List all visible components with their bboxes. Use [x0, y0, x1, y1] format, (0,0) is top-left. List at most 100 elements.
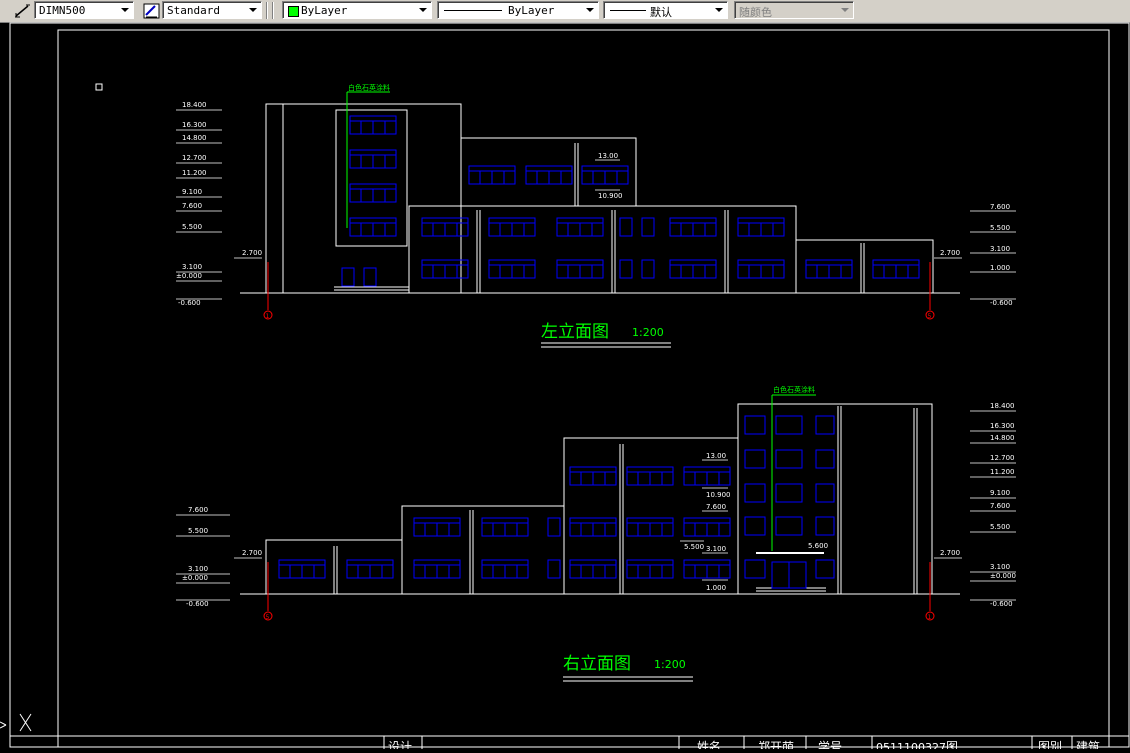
svg-text:7.600: 7.600: [182, 202, 202, 210]
svg-text:3.100: 3.100: [188, 565, 208, 573]
design-label: 设计: [388, 740, 412, 749]
svg-text:5.500: 5.500: [188, 527, 208, 535]
plot-style-select: 随颜色: [734, 1, 854, 19]
note-leader-top: [346, 91, 390, 228]
elevation-title-top: 左立面图: [541, 322, 609, 342]
chevron-down-icon[interactable]: [712, 3, 726, 17]
note-leader-bottom: [771, 394, 816, 551]
svg-text:3.100: 3.100: [182, 263, 202, 271]
dim-style-value: DIMN500: [39, 4, 86, 17]
text-style-select[interactable]: Standard: [162, 1, 262, 19]
svg-text:2.700: 2.700: [940, 549, 960, 557]
dimension-style-icon[interactable]: [14, 2, 32, 19]
svg-text:13.00: 13.00: [706, 452, 726, 460]
svg-text:7.600: 7.600: [990, 203, 1010, 211]
color-swatch: [288, 6, 299, 17]
svg-text:7.600: 7.600: [990, 502, 1010, 510]
dim-style-select[interactable]: DIMN500: [34, 1, 134, 19]
svg-text:12.700: 12.700: [990, 454, 1015, 462]
svg-text:±0.000: ±0.000: [990, 572, 1016, 580]
svg-text:9.100: 9.100: [182, 188, 202, 196]
name-label: 姓名: [697, 739, 721, 749]
svg-text:11.200: 11.200: [182, 169, 207, 177]
svg-text:5.500: 5.500: [182, 223, 202, 231]
linetype-select[interactable]: ByLayer: [437, 1, 599, 19]
svg-text:18.400: 18.400: [182, 101, 207, 109]
svg-text:3.100: 3.100: [990, 245, 1010, 253]
lineweight-select[interactable]: 默认: [603, 1, 728, 19]
grip-square[interactable]: [95, 83, 103, 91]
outer-frame: [9, 22, 1130, 748]
student-no-label: 学号: [818, 739, 842, 749]
chevron-down-icon[interactable]: [583, 3, 597, 17]
drawing-no-label: 图别: [1038, 740, 1062, 749]
svg-text:-0.600: -0.600: [990, 299, 1013, 307]
material-note: 白色石英涂料: [348, 83, 390, 92]
plot-style-value: 随颜色: [739, 6, 772, 19]
svg-text:7.600: 7.600: [706, 503, 726, 511]
svg-text:11.200: 11.200: [990, 468, 1015, 476]
svg-text:±0.000: ±0.000: [176, 272, 202, 280]
svg-text:14.800: 14.800: [990, 434, 1015, 442]
drawing-canvas[interactable]: 白色石英涂料 18.400 16.300 14.800 12.700 11.20…: [0, 22, 1130, 753]
chevron-down-icon[interactable]: [416, 3, 430, 17]
svg-text:-0.600: -0.600: [178, 299, 201, 307]
svg-text:1.000: 1.000: [706, 584, 726, 592]
svg-text:5.600: 5.600: [808, 542, 828, 550]
svg-text:2.700: 2.700: [940, 249, 960, 257]
svg-text:3.100: 3.100: [990, 563, 1010, 571]
chevron-down-icon: [838, 3, 852, 17]
svg-text:16.300: 16.300: [182, 121, 207, 129]
toolbar-separator: [266, 2, 268, 19]
material-note: 白色石英涂料: [773, 385, 815, 394]
svg-text:13.00: 13.00: [598, 152, 618, 160]
left-elevation-windows: [341, 115, 920, 287]
elevation-title-bottom: 右立面图: [563, 654, 631, 674]
svg-text:7.600: 7.600: [188, 506, 208, 514]
chevron-down-icon[interactable]: [118, 3, 132, 17]
svg-text:3.100: 3.100: [706, 545, 726, 553]
svg-text:5: 5: [266, 614, 270, 621]
svg-text:5.500: 5.500: [990, 224, 1010, 232]
linetype-preview: [444, 10, 502, 11]
layer-color-select[interactable]: ByLayer: [282, 1, 432, 19]
level-labels-bottom-left: 7.600 5.500 2.700 3.100 ±0.000 -0.600: [182, 506, 262, 608]
inner-level-labels-top: 13.00 10.900: [595, 152, 623, 200]
svg-text:14.800: 14.800: [182, 134, 207, 142]
linetype-value: ByLayer: [508, 4, 555, 17]
lineweight-preview: [610, 10, 646, 11]
svg-text:±0.000: ±0.000: [182, 574, 208, 582]
level-labels-top-left: 18.400 16.300 14.800 12.700 11.200 9.100…: [176, 101, 262, 307]
elevation-drawing[interactable]: 白色石英涂料 18.400 16.300 14.800 12.700 11.20…: [0, 22, 1130, 753]
svg-text:10.900: 10.900: [706, 491, 731, 499]
level-labels-bottom-right: 18.400 16.300 14.800 12.700 11.200 9.100…: [940, 402, 1016, 608]
svg-text:16.300: 16.300: [990, 422, 1015, 430]
svg-text:18.400: 18.400: [990, 402, 1015, 410]
svg-text:1.000: 1.000: [990, 264, 1010, 272]
elevation-scale-top: 1:200: [632, 326, 664, 339]
svg-text:9.100: 9.100: [990, 489, 1010, 497]
text-style-icon[interactable]: [142, 2, 160, 19]
svg-text:1: 1: [266, 313, 270, 320]
properties-toolbar: DIMN500 Standard ByLayer ByLayer 默认 随颜色: [0, 0, 1130, 23]
chevron-down-icon[interactable]: [246, 3, 260, 17]
svg-text:5.500: 5.500: [990, 523, 1010, 531]
svg-text:-0.600: -0.600: [990, 600, 1013, 608]
svg-text:1: 1: [928, 614, 932, 621]
drawing-label: 图: [946, 740, 958, 749]
name-value: 郑开萌: [758, 739, 794, 749]
toolbar-separator: [272, 2, 274, 19]
category-value: 建筑: [1076, 739, 1100, 749]
level-labels-top-right: 7.600 5.500 3.100 1.000 2.700 -0.600: [940, 203, 1013, 307]
text-style-value: Standard: [167, 4, 220, 17]
student-no-value: 0511100327: [876, 741, 946, 749]
svg-text:10.900: 10.900: [598, 192, 623, 200]
ucs-icon: [0, 713, 32, 732]
elevation-scale-bottom: 1:200: [654, 658, 686, 671]
svg-text:5: 5: [928, 313, 932, 320]
svg-text:12.700: 12.700: [182, 154, 207, 162]
svg-text:-0.600: -0.600: [186, 600, 209, 608]
layer-color-value: ByLayer: [301, 4, 348, 17]
svg-text:5.500: 5.500: [684, 543, 704, 551]
svg-text:2.700: 2.700: [242, 249, 262, 257]
